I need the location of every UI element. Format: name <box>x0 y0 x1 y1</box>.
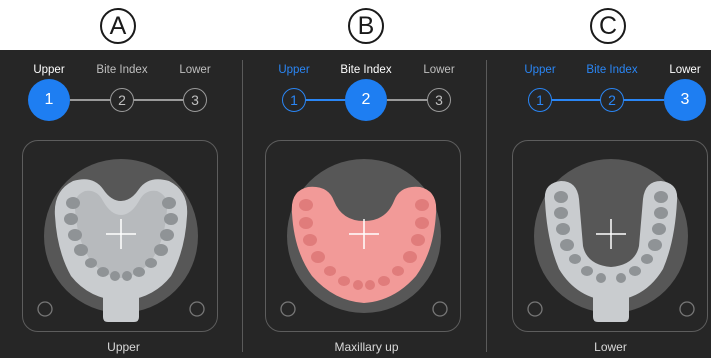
step-circle-2[interactable]: 2 <box>110 88 134 112</box>
step-circle-1[interactable]: 1 <box>28 79 70 121</box>
step-connector <box>306 99 346 101</box>
step-label-upper[interactable]: Upper <box>524 64 555 76</box>
step-circle-1[interactable]: 1 <box>528 88 552 112</box>
panel-divider <box>486 60 487 352</box>
step-label-lower[interactable]: Lower <box>179 64 210 76</box>
step-connector <box>387 99 427 101</box>
panel-lower: Upper Bite Index Lower 1 2 3 Lower <box>492 50 711 358</box>
upper-tray-illustration <box>37 159 205 322</box>
step-circle-2[interactable]: 2 <box>600 88 624 112</box>
step-label-upper[interactable]: Upper <box>33 64 64 76</box>
panel-upper: Upper Bite Index Lower 1 2 3 Upper <box>5 50 242 358</box>
step-label-lower[interactable]: Lower <box>423 64 454 76</box>
step-circle-2[interactable]: 2 <box>345 79 387 121</box>
scan-preview-card[interactable] <box>22 140 218 332</box>
view-caption: Maxillary up <box>334 340 399 354</box>
view-caption: Lower <box>594 340 627 354</box>
maxillary-arch-illustration <box>280 159 448 317</box>
panel-bite-index: Upper Bite Index Lower 1 2 3 Maxillary u… <box>248 50 485 358</box>
step-label-lower[interactable]: Lower <box>669 64 700 76</box>
step-connector <box>134 99 183 101</box>
step-connector <box>70 99 110 101</box>
step-connector <box>624 99 664 101</box>
scan-workflow-stage: Upper Bite Index Lower 1 2 3 Upper Upper… <box>0 50 711 358</box>
step-label-bite-index[interactable]: Bite Index <box>96 64 147 76</box>
step-label-upper[interactable]: Upper <box>278 64 309 76</box>
step-circle-3[interactable]: 3 <box>183 88 207 112</box>
step-circle-3[interactable]: 3 <box>664 79 706 121</box>
view-caption: Upper <box>107 340 140 354</box>
panel-label-a: A <box>100 8 136 44</box>
scan-preview-card[interactable] <box>265 140 461 332</box>
step-circle-3[interactable]: 3 <box>427 88 451 112</box>
panel-label-b: B <box>348 8 384 44</box>
step-label-bite-index[interactable]: Bite Index <box>340 64 391 76</box>
panel-divider <box>242 60 243 352</box>
step-label-bite-index[interactable]: Bite Index <box>586 64 637 76</box>
lower-tray-illustration <box>527 159 695 322</box>
scan-preview-card[interactable] <box>512 140 708 332</box>
step-connector <box>552 99 600 101</box>
panel-label-c: C <box>590 8 626 44</box>
step-circle-1[interactable]: 1 <box>282 88 306 112</box>
